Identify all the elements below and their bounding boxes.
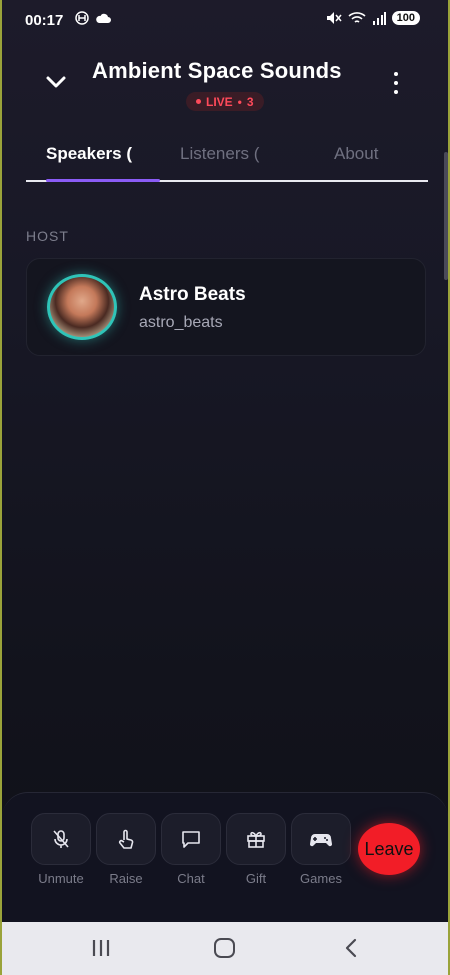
more-options-icon[interactable]	[392, 72, 400, 94]
chat-icon	[182, 831, 200, 848]
wifi-icon	[348, 12, 366, 23]
home-icon[interactable]	[214, 938, 235, 958]
hand-icon	[118, 829, 134, 849]
unmute-button[interactable]	[31, 813, 91, 865]
games-button[interactable]	[291, 813, 351, 865]
active-tab-indicator	[46, 179, 160, 182]
battery-icon: 100	[391, 11, 420, 25]
cloud-icon	[96, 13, 111, 23]
live-count: 3	[246, 94, 254, 109]
tab-speakers[interactable]: Speakers (	[46, 144, 132, 164]
raise-hand-button[interactable]	[96, 813, 156, 865]
live-dot-icon	[196, 99, 201, 104]
live-badge: LIVE • 3	[186, 92, 264, 111]
scrollbar[interactable]	[444, 152, 448, 280]
tab-listeners[interactable]: Listeners (	[180, 144, 259, 164]
unmute-control[interactable]: Unmute	[31, 813, 91, 886]
games-control[interactable]: Games	[291, 813, 351, 886]
gift-control[interactable]: Gift	[226, 813, 286, 886]
host-name: Astro Beats	[139, 284, 246, 305]
chat-button[interactable]	[161, 813, 221, 865]
chat-control[interactable]: Chat	[161, 813, 221, 886]
tab-bar: Speakers ( Listeners ( About	[26, 140, 428, 182]
page-title: Ambient Space Sounds	[92, 58, 342, 83]
leave-button[interactable]: Leave	[358, 823, 420, 875]
live-separator-icon: •	[237, 94, 242, 109]
host-username: astro_beats	[139, 314, 223, 331]
games-label: Games	[300, 871, 342, 886]
host-card[interactable]: Astro Beats astro_beats	[26, 258, 426, 356]
status-time: 00:17	[25, 12, 64, 29]
gift-label: Gift	[245, 871, 267, 886]
raise-control[interactable]: Raise	[96, 813, 156, 886]
chat-label: Chat	[177, 871, 205, 886]
unmute-label: Unmute	[38, 871, 84, 886]
raise-label: Raise	[109, 871, 143, 886]
recents-icon[interactable]	[90, 938, 112, 958]
mute-icon	[326, 12, 342, 24]
controls-panel: Unmute Raise Chat Gift Games Leave	[2, 792, 448, 927]
back-icon[interactable]	[342, 937, 360, 959]
signal-icon	[372, 12, 386, 25]
tab-about[interactable]: About	[334, 144, 378, 164]
host-section-heading: HOST	[26, 228, 69, 244]
live-label: LIVE	[206, 94, 233, 109]
status-left-icons	[75, 11, 111, 25]
screen: 00:17 100 Ambient Space Sounds LIVE • 3 …	[2, 0, 448, 975]
status-right-icons: 100	[326, 11, 420, 25]
mic-off-icon	[53, 830, 69, 848]
status-bar: 00:17 100	[2, 0, 448, 40]
gamepad-icon	[309, 834, 333, 847]
system-nav-bar	[2, 922, 448, 975]
gift-icon	[247, 831, 265, 848]
chevron-down-icon[interactable]	[42, 68, 70, 96]
hotspot-icon	[75, 11, 89, 25]
gift-button[interactable]	[226, 813, 286, 865]
avatar[interactable]	[47, 274, 117, 340]
